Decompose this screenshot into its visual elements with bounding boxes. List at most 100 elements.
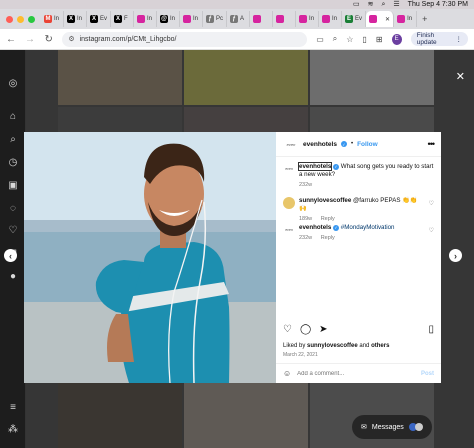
like-comment-icon[interactable]: ♡ (429, 227, 434, 242)
commenter-avatar[interactable]: even (283, 224, 295, 236)
minimize-window-button[interactable] (17, 15, 24, 23)
comment-time[interactable]: 232w (299, 235, 312, 241)
battery-icon[interactable]: ▭ (353, 0, 360, 9)
zoom-icon[interactable]: ⌕ (333, 34, 337, 44)
explore-icon[interactable]: ◷ (7, 157, 19, 169)
caption-username[interactable]: evenhotels (297, 162, 333, 171)
caption-time[interactable]: 232w (299, 182, 312, 188)
comment-bubble-icon[interactable]: ◯ (300, 324, 311, 335)
more-menu-icon[interactable]: ≡ (7, 402, 19, 414)
browser-tab[interactable]: XF (111, 11, 135, 27)
profile-grid-tile[interactable] (310, 50, 434, 105)
back-icon[interactable]: ← (6, 34, 16, 45)
profile-grid-tile[interactable] (58, 50, 182, 105)
cast-icon[interactable]: ▭ (316, 35, 324, 44)
profile-grid-tile[interactable] (184, 50, 308, 105)
messages-label: Messages (371, 423, 404, 431)
browser-tab[interactable]: In (180, 11, 204, 27)
script-icon: ƒ (206, 15, 215, 23)
search-icon[interactable]: ⌕ (7, 134, 19, 146)
extensions-icon[interactable]: ⊞ (376, 35, 383, 44)
reload-icon[interactable]: ↻ (44, 34, 53, 45)
browser-tab[interactable] (273, 11, 297, 27)
browser-tab[interactable]: M In (41, 11, 64, 27)
forward-icon[interactable]: → (25, 34, 35, 45)
comment-text[interactable]: #MondayMotivation (341, 224, 395, 231)
browser-tab[interactable]: @ In (157, 11, 181, 27)
next-post-arrow-icon[interactable]: › (449, 249, 462, 262)
notifications-heart-icon[interactable]: ♡ (7, 225, 19, 237)
profile-grid-tile[interactable] (184, 382, 308, 448)
zoom-window-button[interactable] (28, 15, 35, 23)
comment-username[interactable]: evenhotels (299, 224, 331, 231)
search-icon[interactable]: ⌕ (381, 0, 385, 9)
verified-badge-icon: ✓ (333, 164, 340, 170)
caption-author-avatar[interactable]: even (283, 163, 295, 175)
post-photo[interactable] (24, 132, 276, 383)
emoji-icon[interactable]: ☺ (283, 369, 291, 378)
window-controls (0, 15, 41, 23)
profile-avatar-icon[interactable]: ● (7, 271, 19, 283)
evenhotels-avatar[interactable]: even (283, 139, 299, 149)
close-modal-icon[interactable]: ✕ (456, 70, 465, 83)
like-heart-icon[interactable]: ♡ (283, 324, 292, 335)
liked-user[interactable]: sunnylovescoffee (307, 343, 358, 349)
instagram-logo-icon[interactable]: ◎ (7, 78, 19, 90)
browser-tab[interactable]: In (394, 11, 418, 27)
instagram-icon (276, 15, 285, 23)
menubar-clock[interactable]: Thu Sep 4 7:30 PM (408, 0, 468, 9)
tab-label: F (124, 16, 128, 22)
browser-tab[interactable]: E Ev (342, 11, 367, 27)
like-comment-icon[interactable]: ♡ (429, 200, 434, 223)
browser-tab[interactable] (250, 11, 274, 27)
messages-button[interactable]: ✉ Messages (352, 415, 432, 439)
reply-button[interactable]: Reply (321, 235, 335, 241)
share-send-icon[interactable]: ➤ (319, 324, 327, 335)
control-center-icon[interactable]: ☰ (393, 0, 399, 9)
comment-time[interactable]: 189w (299, 216, 312, 222)
close-tab-icon[interactable]: ✕ (385, 16, 390, 23)
verified-badge-icon: ✓ (333, 225, 340, 231)
avatar (415, 423, 423, 431)
meta-apps-icon[interactable]: ⁂ (7, 424, 19, 436)
commenter-avatar[interactable] (283, 197, 295, 209)
save-bookmark-icon[interactable]: ▯ (428, 324, 434, 335)
browser-tab[interactable]: In (134, 11, 158, 27)
browser-tab[interactable]: X Ev (87, 11, 112, 27)
browser-tab[interactable]: In (319, 11, 343, 27)
new-tab-icon[interactable]: + (417, 14, 432, 24)
previous-post-arrow-icon[interactable]: ‹ (4, 249, 17, 262)
sidebar-panel-icon[interactable]: ▯ (362, 35, 366, 44)
liked-others[interactable]: others (371, 343, 389, 349)
home-icon[interactable]: ⌂ (7, 111, 19, 123)
profile-avatar[interactable]: E (391, 33, 402, 45)
browser-tab[interactable]: X In (64, 11, 87, 27)
post-author-username[interactable]: evenhotels (303, 141, 337, 148)
post-comment-button[interactable]: Post (421, 371, 434, 377)
browser-tab[interactable]: ✕ (366, 11, 395, 27)
site-info-icon[interactable]: ⚙ (68, 35, 74, 43)
add-comment-input[interactable] (297, 370, 415, 377)
close-window-button[interactable] (6, 15, 13, 23)
tab-label: In (54, 16, 60, 22)
finish-update-button[interactable]: Finish update ⋮ (410, 32, 468, 46)
add-comment-bar: ☺ Post (276, 363, 441, 383)
tab-label: In (193, 16, 199, 22)
wifi-icon[interactable]: ≋ (368, 0, 374, 9)
messenger-icon[interactable]: ◌ (7, 203, 19, 215)
comment-username[interactable]: sunnylovescoffee (299, 197, 351, 204)
reels-icon[interactable]: ▣ (7, 180, 19, 192)
follow-button[interactable]: Follow (357, 141, 378, 148)
browser-tab[interactable]: ƒ Pc (203, 11, 228, 27)
tab-bar: M In X In X Ev X F In @ In In ƒ Pc ƒ A In In E Ev ✕ In + (0, 9, 474, 29)
reply-button[interactable]: Reply (321, 216, 335, 222)
finish-update-label: Finish update (416, 32, 437, 46)
bookmark-star-icon[interactable]: ☆ (346, 35, 353, 44)
profile-grid-tile[interactable] (58, 382, 182, 448)
browser-tab[interactable]: In (296, 11, 320, 27)
browser-tab[interactable]: ƒA (227, 11, 251, 27)
post-date[interactable]: March 22, 2021 (283, 352, 318, 358)
more-options-icon[interactable]: ••• (428, 139, 436, 149)
gmail-icon: M (44, 15, 52, 23)
address-bar[interactable]: ⚙ instagram.com/p/CMt_Lihgcbo/ (62, 31, 308, 47)
